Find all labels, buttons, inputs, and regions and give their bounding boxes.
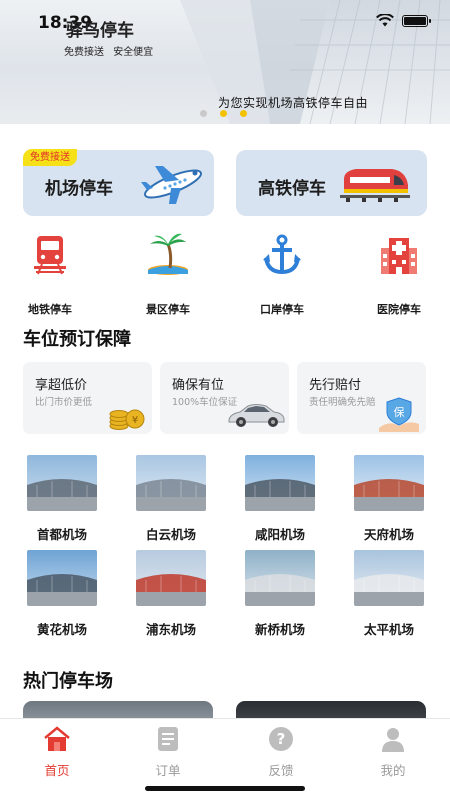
airport-name: 新桥机场	[254, 622, 305, 637]
carousel-indicator	[200, 110, 247, 117]
guarantee-subtitle: 比门市价更低	[35, 397, 93, 408]
tab-feedback[interactable]: ? 反馈	[251, 725, 311, 779]
category-label: 景区停车	[146, 303, 190, 316]
category-label: 地铁停车	[28, 303, 72, 316]
anchor-icon	[263, 234, 301, 275]
category-hospital[interactable]: 医院停车	[360, 232, 438, 317]
airport-item[interactable]: 太平机场	[353, 550, 425, 638]
airport-photo	[354, 550, 424, 606]
banner-slogan: 为您实现机场高铁停车自由	[218, 96, 369, 110]
train-parking-label: 高铁停车	[258, 179, 326, 199]
train-icon	[340, 169, 410, 202]
app-title: 驿鸟停车	[66, 21, 134, 41]
svg-text:?: ?	[277, 730, 286, 748]
airport-photo	[136, 455, 206, 511]
airport-parking-card[interactable]: 免费接送 机场停车	[23, 149, 214, 216]
home-indicator	[145, 786, 305, 791]
guarantee-title: 确保有位	[172, 378, 225, 393]
airport-item[interactable]: 天府机场	[353, 455, 425, 543]
airport-name: 首都机场	[36, 527, 87, 542]
palm-tree-icon	[148, 233, 188, 275]
tagline-item: 免费接送	[64, 47, 104, 58]
category-label: 口岸停车	[260, 303, 304, 316]
airport-photo	[27, 455, 97, 511]
airport-name: 黄花机场	[36, 622, 87, 637]
profile-icon	[382, 728, 404, 752]
hot-parking-section-title: 热门停车场	[23, 671, 113, 692]
airport-item[interactable]: 白云机场	[135, 455, 207, 543]
battery-icon	[402, 14, 431, 27]
airport-item[interactable]: 新桥机场	[244, 550, 316, 638]
app-tagline: 免费接送 安全便宜	[64, 43, 159, 58]
airport-photo	[354, 455, 424, 511]
feedback-icon: ?	[269, 727, 293, 751]
shield-hand-icon: 保	[379, 397, 419, 432]
carousel-dot-active[interactable]	[220, 110, 227, 117]
svg-text:¥: ¥	[132, 415, 138, 426]
airport-photo	[136, 550, 206, 606]
airport-item[interactable]: 咸阳机场	[244, 455, 316, 543]
guarantee-card-low-price[interactable]: 享超低价 比门市价更低 ¥	[23, 362, 152, 434]
guarantee-title: 先行赔付	[309, 378, 362, 393]
tab-label: 首页	[44, 763, 70, 778]
airport-item[interactable]: 浦东机场	[135, 550, 207, 638]
wifi-icon	[376, 14, 394, 27]
orders-icon	[158, 727, 178, 751]
guarantee-title: 享超低价	[35, 378, 88, 393]
train-parking-card[interactable]: 高铁停车	[236, 150, 427, 216]
tab-label: 反馈	[268, 763, 294, 778]
airport-name: 咸阳机场	[254, 527, 305, 542]
tab-label: 订单	[155, 763, 181, 778]
category-subway[interactable]: 地铁停车	[11, 232, 89, 317]
carousel-dot[interactable]	[240, 110, 247, 117]
airport-photo	[245, 455, 315, 511]
airport-name: 太平机场	[363, 622, 414, 637]
tagline-item: 安全便宜	[113, 47, 154, 58]
airport-item[interactable]: 黄花机场	[26, 550, 98, 638]
category-scenic[interactable]: 景区停车	[129, 232, 207, 317]
top-banner[interactable]: 18:39 驿鸟停车 免费接送 安全便宜 为您实现机场高铁停车自由	[0, 0, 450, 124]
airport-photo	[245, 550, 315, 606]
tab-label: 我的	[380, 763, 406, 778]
category-port[interactable]: 口岸停车	[243, 232, 321, 317]
guarantee-subtitle: 责任明确免先赔	[309, 397, 376, 408]
airport-name: 天府机场	[363, 527, 414, 542]
guarantee-card-compensation[interactable]: 先行赔付 责任明确免先赔 保	[297, 362, 426, 434]
car-icon	[228, 404, 285, 427]
airplane-icon	[141, 166, 202, 204]
airport-parking-label: 机场停车	[45, 179, 113, 199]
carousel-dot[interactable]	[200, 110, 207, 117]
tab-orders[interactable]: 订单	[138, 725, 198, 779]
airport-name: 浦东机场	[145, 622, 196, 637]
guarantee-section-title: 车位预订保障	[23, 329, 131, 350]
home-icon	[44, 726, 70, 751]
shield-char: 保	[394, 405, 405, 419]
category-label: 医院停车	[377, 303, 421, 316]
guarantee-card-spot[interactable]: 确保有位 100%车位保证	[160, 362, 289, 434]
free-shuttle-badge: 免费接送	[23, 149, 77, 166]
status-icons	[376, 14, 431, 27]
subway-icon	[34, 236, 66, 275]
coins-icon: ¥	[109, 409, 145, 430]
tab-home[interactable]: 首页	[27, 725, 87, 779]
airport-name: 白云机场	[145, 527, 196, 542]
tab-profile[interactable]: 我的	[363, 725, 423, 779]
hospital-icon	[381, 238, 417, 274]
airport-photo	[27, 550, 97, 606]
airport-item[interactable]: 首都机场	[26, 455, 98, 543]
